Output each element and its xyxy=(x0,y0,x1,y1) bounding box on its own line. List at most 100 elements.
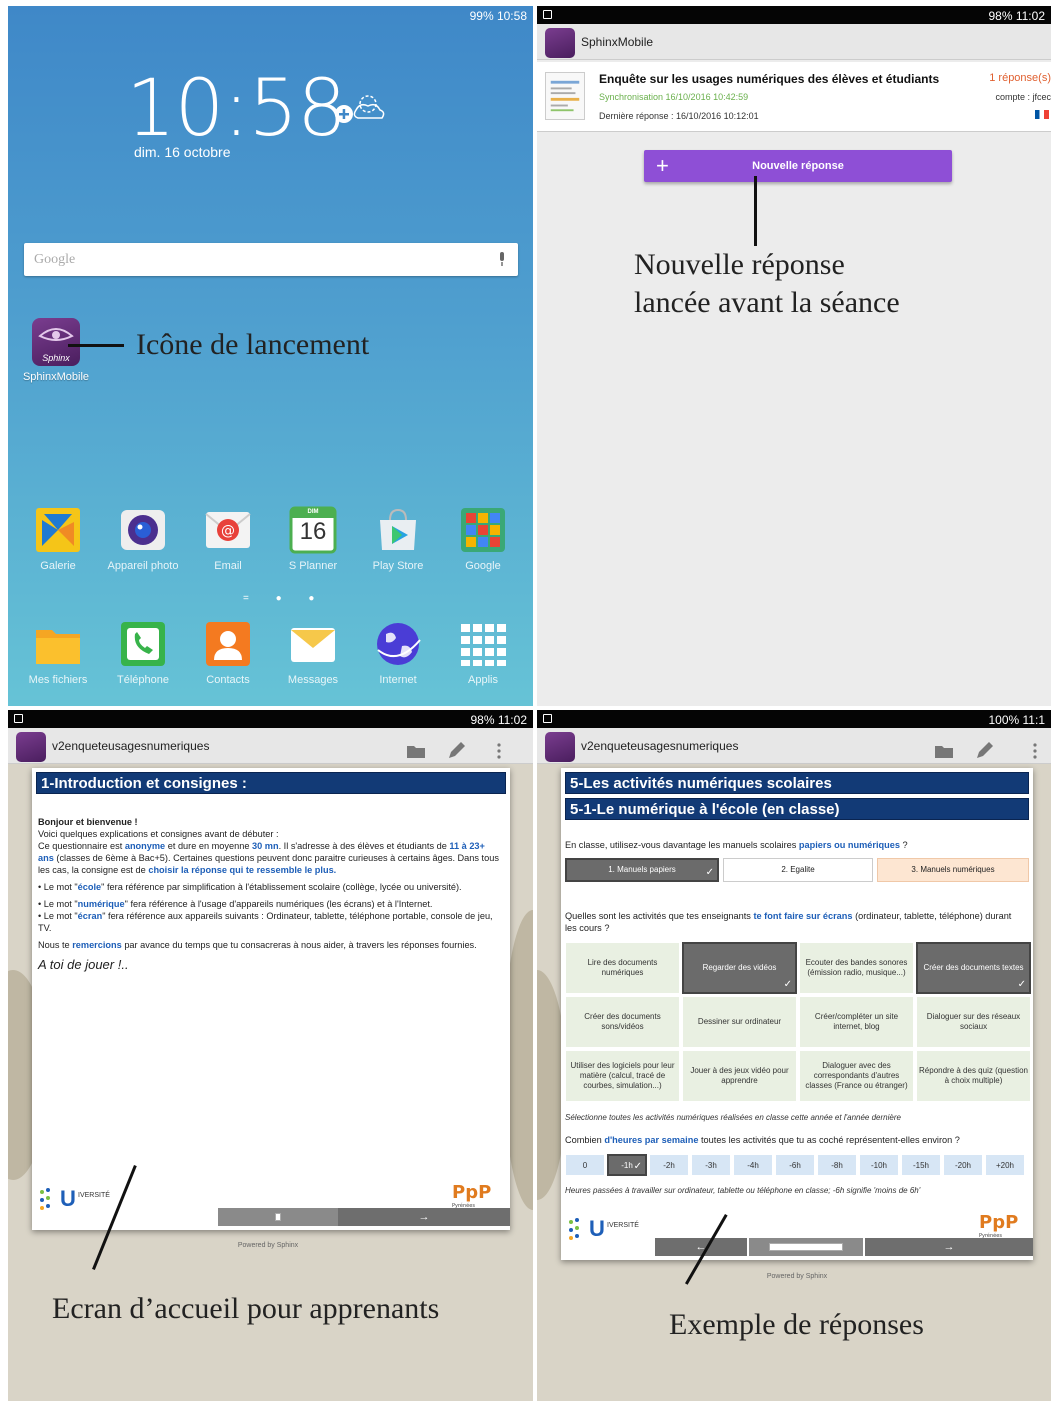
screenshot-notification-icon xyxy=(543,714,552,723)
folder-icon[interactable] xyxy=(935,746,953,758)
check-icon: ✓ xyxy=(705,867,714,878)
activity-option[interactable]: Dialoguer sur des réseaux sociaux xyxy=(916,996,1031,1048)
hours-note: Heures passées à travailler sur ordinate… xyxy=(565,1186,921,1195)
check-icon: ✓ xyxy=(783,979,792,990)
folder-icon[interactable] xyxy=(407,746,425,758)
university-logo-letter: U xyxy=(60,1186,76,1211)
hours-option[interactable]: -10h xyxy=(859,1154,899,1176)
last-response-timestamp: Dernière réponse : 16/10/2016 10:12:01 xyxy=(599,111,759,121)
survey-card[interactable]: Enquête sur les usages numériques des él… xyxy=(537,62,1051,132)
play-store-app-icon[interactable]: Play Store xyxy=(373,506,423,572)
calendar-app-icon[interactable]: DIM 16 S Planner xyxy=(289,506,337,572)
intro-screen-panel: 98% 11:02 v2enqueteusagesnumeriques 1-In… xyxy=(8,710,533,1401)
more-vert-icon[interactable] xyxy=(1033,743,1037,759)
next-page-button[interactable]: → xyxy=(865,1238,1033,1256)
hours-option[interactable]: -6h xyxy=(775,1154,815,1176)
status-bar: 99% 10:58 xyxy=(8,6,533,24)
launcher-app-label: SphinxMobile xyxy=(22,371,90,383)
next-page-button[interactable]: → xyxy=(338,1208,510,1226)
sphinx-app-icon[interactable] xyxy=(16,732,46,762)
screenshot-notification-icon xyxy=(14,714,23,723)
annotation-launch-icon: Icône de lancement xyxy=(136,328,370,361)
option-manuels-numeriques[interactable]: 3. Manuels numériques xyxy=(877,858,1029,882)
hours-option-selected[interactable]: -1h ✓ xyxy=(607,1154,647,1176)
hours-option[interactable]: 0 xyxy=(565,1154,605,1176)
app-label: Messages xyxy=(287,674,339,686)
hours-option[interactable]: -20h xyxy=(943,1154,983,1176)
contacts-app-icon[interactable]: Contacts xyxy=(204,620,252,686)
sphinx-app-icon[interactable] xyxy=(545,732,575,762)
more-vert-icon[interactable] xyxy=(497,743,501,759)
svg-text:@: @ xyxy=(221,523,235,539)
university-logo-text: IVERSITÉ xyxy=(607,1222,639,1229)
activity-option[interactable]: Regarder des vidéos ✓ xyxy=(682,942,797,994)
phone-app-icon[interactable]: Téléphone xyxy=(117,620,169,686)
activity-option[interactable]: Créer des documents sons/vidéos xyxy=(565,996,680,1048)
option-egalite[interactable]: 2. Egalite xyxy=(723,858,873,882)
new-response-label: Nouvelle réponse xyxy=(752,160,844,172)
calendar-day: DIM xyxy=(307,509,319,515)
activity-option[interactable]: Ecouter des bandes sonores (émission rad… xyxy=(799,942,914,994)
page-navigation: → xyxy=(218,1208,510,1226)
activity-option[interactable]: Jouer à des jeux vidéo pour apprendre xyxy=(682,1050,797,1102)
subsection-header: 5-1-Le numérique à l'école (en classe) xyxy=(565,798,1029,820)
messages-app-icon[interactable]: Messages xyxy=(288,620,338,686)
progress-bar xyxy=(218,1208,338,1226)
apps-grid-icon[interactable]: Applis xyxy=(459,620,507,686)
hours-option[interactable]: -8h xyxy=(817,1154,857,1176)
account-label: compte : jfcec xyxy=(995,92,1051,102)
activity-option[interactable]: Lire des documents numériques xyxy=(565,942,680,994)
section-header: 5-Les activités numériques scolaires xyxy=(565,772,1029,794)
ppp-logo: PpP Pyrénées xyxy=(452,1182,492,1209)
arrow-right-icon: → xyxy=(943,1241,955,1253)
status-text: 99% 10:58 xyxy=(469,9,527,23)
app-title: v2enqueteusagesnumeriques xyxy=(52,739,210,753)
activity-option[interactable]: Créer/compléter un site internet, blog xyxy=(799,996,914,1048)
app-label: Galerie xyxy=(40,560,76,572)
question-2-text: Quelles sont les activités que tes ensei… xyxy=(565,911,1012,933)
hours-option[interactable]: +20h xyxy=(985,1154,1025,1176)
annotation-new-response: Nouvelle réponse lancée avant la séance xyxy=(634,246,900,322)
app-title: v2enqueteusagesnumeriques xyxy=(581,739,739,753)
status-bar: 100% 11:1 xyxy=(537,710,1051,728)
app-title: SphinxMobile xyxy=(581,35,654,49)
hours-option[interactable]: -15h xyxy=(901,1154,941,1176)
google-search-bar[interactable]: Google xyxy=(24,243,518,276)
survey-title: Enquête sur les usages numériques des él… xyxy=(599,72,940,86)
pencil-icon[interactable] xyxy=(977,742,993,758)
hours-option[interactable]: -4h xyxy=(733,1154,773,1176)
survey-document-icon xyxy=(545,72,585,120)
status-text: 100% 11:1 xyxy=(988,713,1046,727)
my-files-app-icon[interactable]: Mes fichiers xyxy=(29,620,87,686)
university-logo-letter: U xyxy=(589,1216,605,1241)
camera-app-icon[interactable]: Appareil photo xyxy=(108,506,178,572)
activity-option[interactable]: Dialoguer avec des correspondants d'autr… xyxy=(799,1050,914,1102)
gallery-app-icon[interactable]: Galerie xyxy=(34,506,82,572)
home-screen-panel: 99% 10:58 10:58 dim. 16 octobre Google S… xyxy=(8,6,533,706)
question-3-text: Combien d'heures par semaine toutes les … xyxy=(565,1135,960,1145)
weather-icon[interactable] xyxy=(330,88,392,128)
activity-option[interactable]: Dessiner sur ordinateur xyxy=(682,996,797,1048)
survey-page: 1-Introduction et consignes : Bonjour et… xyxy=(32,768,510,1230)
option-manuels-papiers[interactable]: 1. Manuels papiers ✓ xyxy=(565,858,719,882)
new-response-button[interactable]: + Nouvelle réponse xyxy=(644,150,952,182)
microphone-icon[interactable] xyxy=(498,252,506,266)
intro-paragraph-1: Voici quelques explications et consignes… xyxy=(38,829,279,839)
internet-app-icon[interactable]: Internet xyxy=(374,620,422,686)
hours-option[interactable]: -3h xyxy=(691,1154,731,1176)
activity-option[interactable]: Créer des documents textes ✓ xyxy=(916,942,1031,994)
activity-option[interactable]: Utiliser des logiciels pour leur matière… xyxy=(565,1050,680,1102)
powered-by: Powered by Sphinx xyxy=(237,1242,299,1249)
hours-option[interactable]: -2h xyxy=(649,1154,689,1176)
google-folder-icon[interactable]: Google xyxy=(459,506,507,572)
sphinx-app-icon[interactable] xyxy=(545,28,575,58)
email-app-icon[interactable]: @ Email xyxy=(204,506,252,572)
intro-text: Bonjour et bienvenue ! Voici quelques ex… xyxy=(38,816,502,971)
activity-option[interactable]: Répondre à des quiz (question à choix mu… xyxy=(916,1050,1031,1102)
sphinxmobile-launcher-icon[interactable]: Sphinx xyxy=(32,318,80,366)
launcher-icon-text: Sphinx xyxy=(42,353,70,363)
sphinx-survey-list-panel: 98% 11:02 SphinxMobile Enquête sur les u… xyxy=(537,6,1051,706)
status-text: 98% 11:02 xyxy=(470,713,528,727)
responses-example-panel: 100% 11:1 v2enqueteusagesnumeriques 5-Le… xyxy=(537,710,1051,1401)
pencil-icon[interactable] xyxy=(449,742,465,758)
